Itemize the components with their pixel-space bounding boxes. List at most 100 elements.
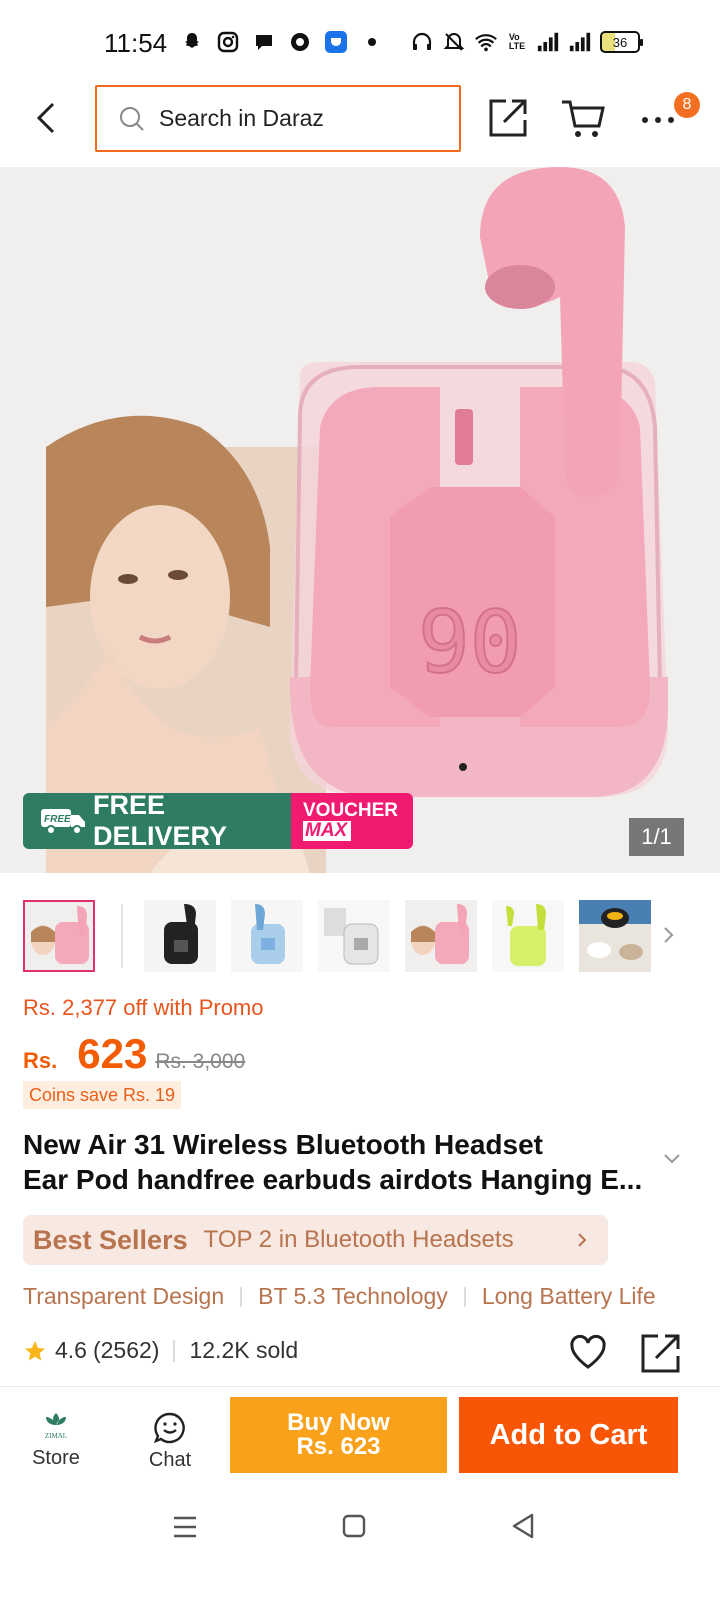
original-price: Rs. 3,000 [155,1050,246,1073]
free-delivery-label: FREE FREE DELIVERY [23,793,291,849]
thumbnail-7[interactable] [579,900,651,972]
chat-button[interactable]: Chat [140,1411,200,1481]
headset-icon [410,30,434,54]
chevron-down-icon [664,1154,680,1164]
feature-tag: Long Battery Life [481,1283,656,1309]
thumbnail-next-button[interactable] [662,924,682,948]
thumbnail-image [144,900,216,972]
store-button[interactable]: ZIMAL Store [22,1409,90,1479]
wishlist-button[interactable] [568,1332,608,1372]
voucher-text: VOUCHER [303,800,399,821]
thumbnail-divider [121,904,123,968]
status-time: 11:54 [104,28,168,58]
thumbnail-image [579,900,651,972]
snapchat-icon [180,30,204,54]
product-title: New Air 31 Wireless Bluetooth Headset Ea… [23,1127,663,1197]
rating-score: 4.6 [55,1337,87,1363]
price-value: 623 [77,1030,148,1077]
triangle-back-icon [512,1513,534,1539]
recents-button[interactable] [172,1514,198,1540]
buy-now-label: Buy Now [287,1409,390,1436]
product-photo: 90 [0,167,720,873]
chevron-left-icon [36,102,55,134]
buy-now-button[interactable]: Buy Now Rs. 623 [230,1397,447,1473]
notification-badge: 8 [674,92,700,118]
search-placeholder: Search in Daraz [159,105,324,131]
notification-icons [180,30,384,54]
chevron-right-icon [578,1233,587,1247]
store-label: Store [32,1447,80,1469]
feature-divider [463,1286,466,1307]
top-nav: Search in Daraz [0,80,720,164]
system-back-button[interactable] [510,1512,536,1540]
promo-discount-text: Rs. 2,377 off with Promo [23,995,264,1020]
add-to-cart-button[interactable]: Add to Cart [459,1397,678,1473]
thumbnail-strip [0,900,720,975]
share-button[interactable] [486,96,530,140]
buy-now-price: Rs. 623 [296,1433,381,1460]
more-button[interactable] [638,100,678,140]
feature-tag: BT 5.3 Technology [258,1283,448,1309]
battery-icon: 36 [600,31,643,53]
search-icon [120,106,144,131]
thumbnail-2[interactable] [144,900,216,972]
coins-badge: Coins save Rs. 19 [23,1081,182,1109]
menu-icon [174,1516,196,1538]
voucher-max-label: VOUCHER MAX [291,793,413,849]
thumbnail-3[interactable] [231,900,303,972]
more-icon [642,117,674,123]
mute-icon [442,30,466,54]
instagram-icon [216,30,240,54]
product-title-line2: Ear Pod handfree earbuds airdots Hanging… [23,1164,643,1195]
thumbnail-image [318,900,390,972]
chat-icon [153,1412,185,1444]
back-button[interactable] [26,98,66,138]
sold-count: 12.2K sold [189,1337,299,1363]
lcd-digits: 90 [418,593,522,693]
best-sellers-label: Best Sellers [33,1224,188,1255]
best-sellers-bar[interactable]: Best Sellers TOP 2 in Bluetooth Headsets [23,1215,608,1265]
thumbnail-4[interactable] [318,900,390,972]
store-logo-text: ZIMAL [45,1432,67,1440]
star-icon [25,1340,45,1360]
thumbnail-image [231,900,303,972]
feature-tags: Transparent Design BT 5.3 Technology Lon… [23,1283,656,1310]
thumbnail-5[interactable] [405,900,477,972]
wifi-icon [474,30,498,54]
system-status-icons: Vo LTE 36 [410,30,643,54]
free-delivery-banner: FREE FREE DELIVERY VOUCHER MAX [23,793,413,849]
signal-icon-2 [568,30,592,54]
search-input[interactable]: Search in Daraz [95,85,461,152]
product-image[interactable]: 90 FREE FREE DELIVERY VOUCHER MAX 1/1 [0,167,720,873]
max-text: MAX [303,821,351,841]
price-currency: Rs. [23,1048,58,1073]
free-delivery-text: FREE DELIVERY [93,793,228,849]
rating-row[interactable]: 4.6 (2562) 12.2K sold [23,1337,298,1364]
bottom-action-bar: ZIMAL Store Chat Buy Now Rs. 623 Add to … [0,1386,720,1486]
feature-tag: Transparent Design [23,1283,225,1309]
dot-icon [360,30,384,54]
cart-icon [562,100,605,137]
volte-icon: Vo LTE [508,32,526,51]
message-icon [252,30,276,54]
expand-title-button[interactable] [662,1152,684,1172]
cart-button[interactable] [560,96,606,140]
chevron-right-icon [664,927,674,943]
share-icon [489,99,527,137]
thumbnail-image [492,900,564,972]
best-sellers-rank: TOP 2 in Bluetooth Headsets [203,1226,514,1253]
thumbnail-1[interactable] [23,900,95,972]
thumbnail-image [405,900,477,972]
product-title-line1: New Air 31 Wireless Bluetooth Headset [23,1129,543,1160]
thumbnail-image [25,902,93,970]
home-button[interactable] [342,1514,366,1538]
truck-icon: FREE [41,809,85,835]
status-bar: 11:54 Vo LTE 36 [0,0,720,80]
chrome-icon [288,30,312,54]
system-nav-bar [0,1486,720,1600]
free-tag: FREE [44,814,71,825]
chat-label: Chat [148,1449,192,1471]
thumbnail-6[interactable] [492,900,564,972]
share-product-button[interactable] [640,1332,680,1374]
share-icon [641,1334,680,1373]
